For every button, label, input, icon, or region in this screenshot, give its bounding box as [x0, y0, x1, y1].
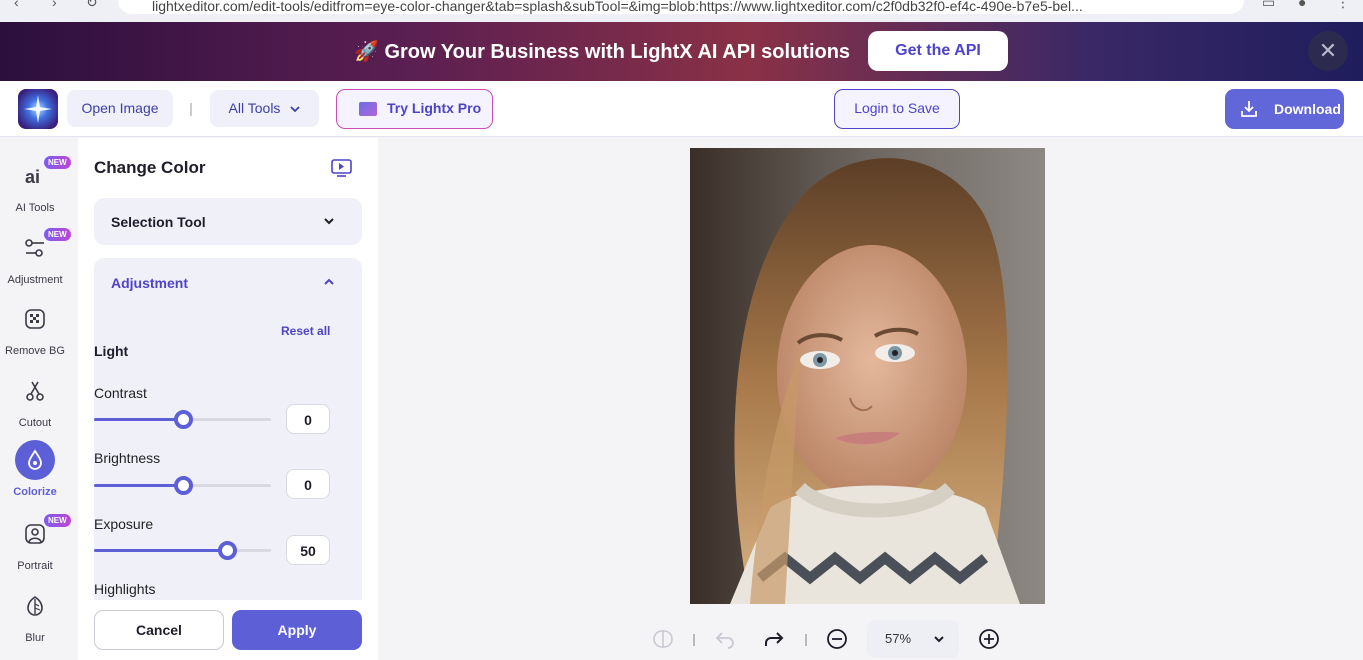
exposure-slider[interactable] [94, 549, 271, 552]
nav-label: Remove BG [5, 345, 65, 357]
nav-adjustment[interactable]: NEW Adjustment [0, 228, 70, 286]
portrait-image [690, 148, 1045, 604]
nav-label: Adjustment [7, 274, 62, 286]
selection-tool-accordion[interactable]: Selection Tool [94, 198, 362, 245]
chevron-down-icon [290, 104, 300, 114]
slider-fill [94, 484, 183, 487]
blur-icon [15, 586, 55, 626]
reset-all-link[interactable]: Reset all [281, 324, 330, 338]
download-label: Download [1274, 101, 1341, 117]
forward-icon[interactable]: › [52, 0, 57, 10]
nav-blur[interactable]: Blur [0, 586, 70, 644]
nav-portrait[interactable]: NEW Portrait [0, 514, 70, 572]
adjustment-label[interactable]: Adjustment [111, 275, 188, 291]
contrast-slider[interactable] [94, 418, 271, 421]
open-image-button[interactable]: Open Image [67, 90, 173, 127]
canvas-bottom-toolbar: 57% [648, 618, 1008, 660]
profile-avatar[interactable]: ● [1298, 0, 1306, 10]
selection-tool-label: Selection Tool [111, 214, 206, 230]
droplet-icon [15, 440, 55, 480]
slider-thumb[interactable] [174, 410, 193, 429]
top-toolbar: Open Image All Tools Try Lightx Pro Logi… [0, 81, 1363, 137]
panel-title: Change Color [94, 158, 205, 178]
nav-label: Blur [25, 632, 45, 644]
portrait-photo[interactable] [690, 148, 1045, 604]
apply-button[interactable]: Apply [232, 610, 362, 650]
nav-colorize[interactable]: Colorize [0, 440, 70, 498]
nav-label: Colorize [13, 486, 56, 498]
browser-menu-icon[interactable]: ⋮ [1336, 0, 1350, 11]
login-to-save-button[interactable]: Login to Save [834, 89, 960, 129]
brightness-slider[interactable] [94, 484, 271, 487]
slider-fill [94, 549, 227, 552]
address-bar[interactable]: lightxeditor.com/edit-tools/editfrom=eye… [118, 0, 1244, 14]
undo-icon[interactable] [714, 628, 736, 650]
adjustment-accordion: Adjustment Reset all Light Contrast 0 Br… [94, 258, 362, 618]
close-icon[interactable]: ✕ [1308, 31, 1348, 71]
slider-thumb[interactable] [174, 476, 193, 495]
reload-icon[interactable]: ↻ [86, 0, 98, 11]
all-tools-label: All Tools [229, 100, 281, 116]
promo-banner: 🚀 Grow Your Business with LightX AI API … [0, 22, 1363, 81]
canvas-area: 57% [378, 138, 1363, 660]
extensions-icon[interactable]: ▭ [1262, 0, 1275, 11]
new-badge: NEW [44, 156, 71, 169]
nav-remove-bg[interactable]: Remove BG [0, 299, 70, 357]
all-tools-dropdown[interactable]: All Tools [210, 90, 319, 127]
nav-ai-tools[interactable]: ai NEW AI Tools [0, 156, 70, 214]
svg-text:ai: ai [25, 167, 40, 187]
crown-icon [359, 102, 377, 116]
brightness-value[interactable]: 0 [286, 469, 330, 499]
contrast-label: Contrast [94, 385, 147, 401]
browser-strip: ‹ › ↻ lightxeditor.com/edit-tools/editfr… [0, 0, 1363, 22]
divider [190, 103, 192, 116]
exposure-value[interactable]: 50 [286, 535, 330, 565]
zoom-out-icon[interactable] [826, 628, 848, 650]
cancel-button[interactable]: Cancel [94, 610, 224, 650]
left-nav: ai NEW AI Tools NEW Adjustment Remove BG… [0, 138, 78, 660]
try-pro-button[interactable]: Try Lightx Pro [336, 89, 493, 129]
slider-fill [94, 418, 183, 421]
zoom-value: 57% [885, 631, 911, 646]
new-badge: NEW [44, 228, 71, 241]
back-icon[interactable]: ‹ [14, 0, 19, 10]
divider [693, 634, 695, 646]
download-icon [1239, 99, 1259, 119]
nav-label: AI Tools [16, 202, 55, 214]
try-pro-label: Try Lightx Pro [387, 100, 481, 116]
exposure-label: Exposure [94, 516, 153, 532]
download-button[interactable]: Download [1225, 89, 1344, 129]
remove-bg-icon [15, 299, 55, 339]
nav-label: Cutout [19, 417, 51, 429]
video-tutorial-icon[interactable] [331, 159, 352, 178]
tool-panel: Change Color Selection Tool Adjustment R… [78, 138, 378, 660]
chevron-down-icon [933, 634, 945, 644]
brightness-label: Brightness [94, 450, 160, 466]
compare-icon[interactable] [652, 628, 674, 650]
contrast-value[interactable]: 0 [286, 404, 330, 434]
redo-icon[interactable] [763, 628, 785, 650]
chevron-down-icon [323, 215, 335, 227]
divider [805, 634, 807, 646]
banner-text: 🚀 Grow Your Business with LightX AI API … [354, 39, 850, 64]
get-api-button[interactable]: Get the API [868, 31, 1008, 71]
rocket-icon: 🚀 [354, 41, 379, 63]
nav-label: Portrait [17, 560, 52, 572]
zoom-in-icon[interactable] [978, 628, 1000, 650]
lightx-logo[interactable] [18, 89, 58, 129]
nav-cutout[interactable]: Cutout [0, 371, 70, 429]
scissors-icon [15, 371, 55, 411]
highlights-label: Highlights [94, 581, 155, 597]
banner-message: Grow Your Business with LightX AI API so… [384, 41, 850, 63]
section-light-heading: Light [94, 343, 128, 359]
new-badge: NEW [44, 514, 71, 527]
zoom-select[interactable]: 57% [867, 620, 959, 658]
chevron-up-icon[interactable] [323, 276, 335, 288]
slider-thumb[interactable] [218, 541, 237, 560]
